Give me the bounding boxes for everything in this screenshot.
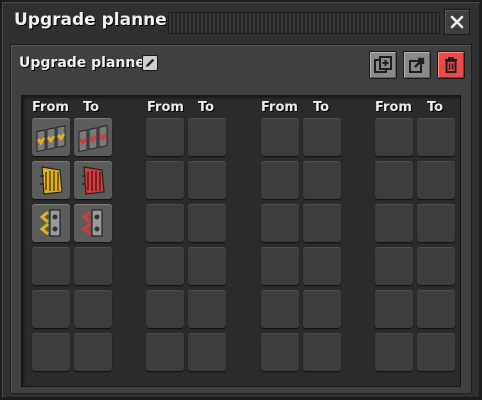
slot-to[interactable] bbox=[303, 204, 341, 242]
slot-to[interactable] bbox=[417, 118, 455, 156]
drag-handle[interactable] bbox=[168, 12, 440, 34]
planner-name: Upgrade planner bbox=[19, 55, 152, 71]
column-header-from: From bbox=[375, 100, 412, 115]
slot-to[interactable] bbox=[74, 204, 112, 242]
slot-from[interactable] bbox=[375, 247, 413, 285]
slot-to[interactable] bbox=[188, 118, 226, 156]
slot-from[interactable] bbox=[146, 290, 184, 328]
fast-splitter-icon bbox=[81, 209, 103, 237]
fast-transport-belt-icon bbox=[78, 125, 108, 153]
slot-from[interactable] bbox=[261, 204, 299, 242]
planner-panel: Upgrade planner From To From To From To … bbox=[10, 44, 472, 394]
transport-belt-icon bbox=[36, 125, 66, 153]
slot-to[interactable] bbox=[74, 118, 112, 156]
pencil-icon bbox=[146, 58, 155, 67]
slot-to[interactable] bbox=[303, 247, 341, 285]
slot-to[interactable] bbox=[417, 204, 455, 242]
slot-from[interactable] bbox=[375, 161, 413, 199]
planner-header: Upgrade planner bbox=[11, 45, 471, 85]
slot-from[interactable] bbox=[375, 118, 413, 156]
mapping-table: From To From To From To From To bbox=[21, 95, 461, 387]
slot-from[interactable] bbox=[146, 118, 184, 156]
slot-to[interactable] bbox=[303, 118, 341, 156]
close-button[interactable] bbox=[444, 9, 470, 35]
splitter-icon bbox=[39, 209, 61, 237]
slot-from[interactable] bbox=[261, 290, 299, 328]
slot-from[interactable] bbox=[146, 333, 184, 371]
slot-to[interactable] bbox=[188, 204, 226, 242]
slot-to[interactable] bbox=[74, 247, 112, 285]
slot-from[interactable] bbox=[146, 204, 184, 242]
slot-to[interactable] bbox=[74, 161, 112, 199]
slot-to[interactable] bbox=[188, 161, 226, 199]
slot-to[interactable] bbox=[74, 333, 112, 371]
slot-to[interactable] bbox=[417, 333, 455, 371]
copy-plus-icon bbox=[374, 56, 392, 73]
slot-from[interactable] bbox=[261, 161, 299, 199]
rename-button[interactable] bbox=[142, 55, 158, 71]
slot-from[interactable] bbox=[32, 161, 70, 199]
column-header-to: To bbox=[83, 100, 100, 115]
slot-from[interactable] bbox=[375, 204, 413, 242]
slot-from[interactable] bbox=[261, 333, 299, 371]
delete-button[interactable] bbox=[437, 51, 465, 79]
slot-to[interactable] bbox=[188, 333, 226, 371]
export-button[interactable] bbox=[403, 51, 431, 79]
slot-to[interactable] bbox=[188, 290, 226, 328]
close-icon bbox=[450, 15, 464, 29]
slot-from[interactable] bbox=[32, 290, 70, 328]
column-header-to: To bbox=[198, 100, 215, 115]
slot-to[interactable] bbox=[417, 290, 455, 328]
slot-from[interactable] bbox=[375, 333, 413, 371]
slot-from[interactable] bbox=[261, 118, 299, 156]
slot-from[interactable] bbox=[146, 161, 184, 199]
column-header-from: From bbox=[261, 100, 298, 115]
slot-to[interactable] bbox=[417, 247, 455, 285]
slot-to[interactable] bbox=[303, 290, 341, 328]
title-bar[interactable]: Upgrade planner bbox=[8, 8, 474, 38]
column-header-to: To bbox=[427, 100, 444, 115]
underground-belt-icon bbox=[40, 166, 63, 195]
slot-from[interactable] bbox=[261, 247, 299, 285]
slot-from[interactable] bbox=[32, 118, 70, 156]
trash-icon bbox=[445, 57, 457, 73]
column-header-from: From bbox=[147, 100, 184, 115]
slot-from[interactable] bbox=[375, 290, 413, 328]
slot-to[interactable] bbox=[303, 333, 341, 371]
slot-to[interactable] bbox=[417, 161, 455, 199]
window-title: Upgrade planner bbox=[14, 10, 176, 30]
slot-from[interactable] bbox=[32, 247, 70, 285]
slot-from[interactable] bbox=[32, 333, 70, 371]
export-icon bbox=[409, 57, 425, 73]
slot-from[interactable] bbox=[146, 247, 184, 285]
fast-underground-belt-icon bbox=[82, 166, 105, 195]
upgrade-planner-window: Upgrade planner Upgrade planner From To … bbox=[0, 0, 482, 400]
slot-to[interactable] bbox=[188, 247, 226, 285]
slot-to[interactable] bbox=[74, 290, 112, 328]
column-header-to: To bbox=[313, 100, 330, 115]
column-header-from: From bbox=[32, 100, 69, 115]
copy-button[interactable] bbox=[369, 51, 397, 79]
slot-to[interactable] bbox=[303, 161, 341, 199]
slot-from[interactable] bbox=[32, 204, 70, 242]
